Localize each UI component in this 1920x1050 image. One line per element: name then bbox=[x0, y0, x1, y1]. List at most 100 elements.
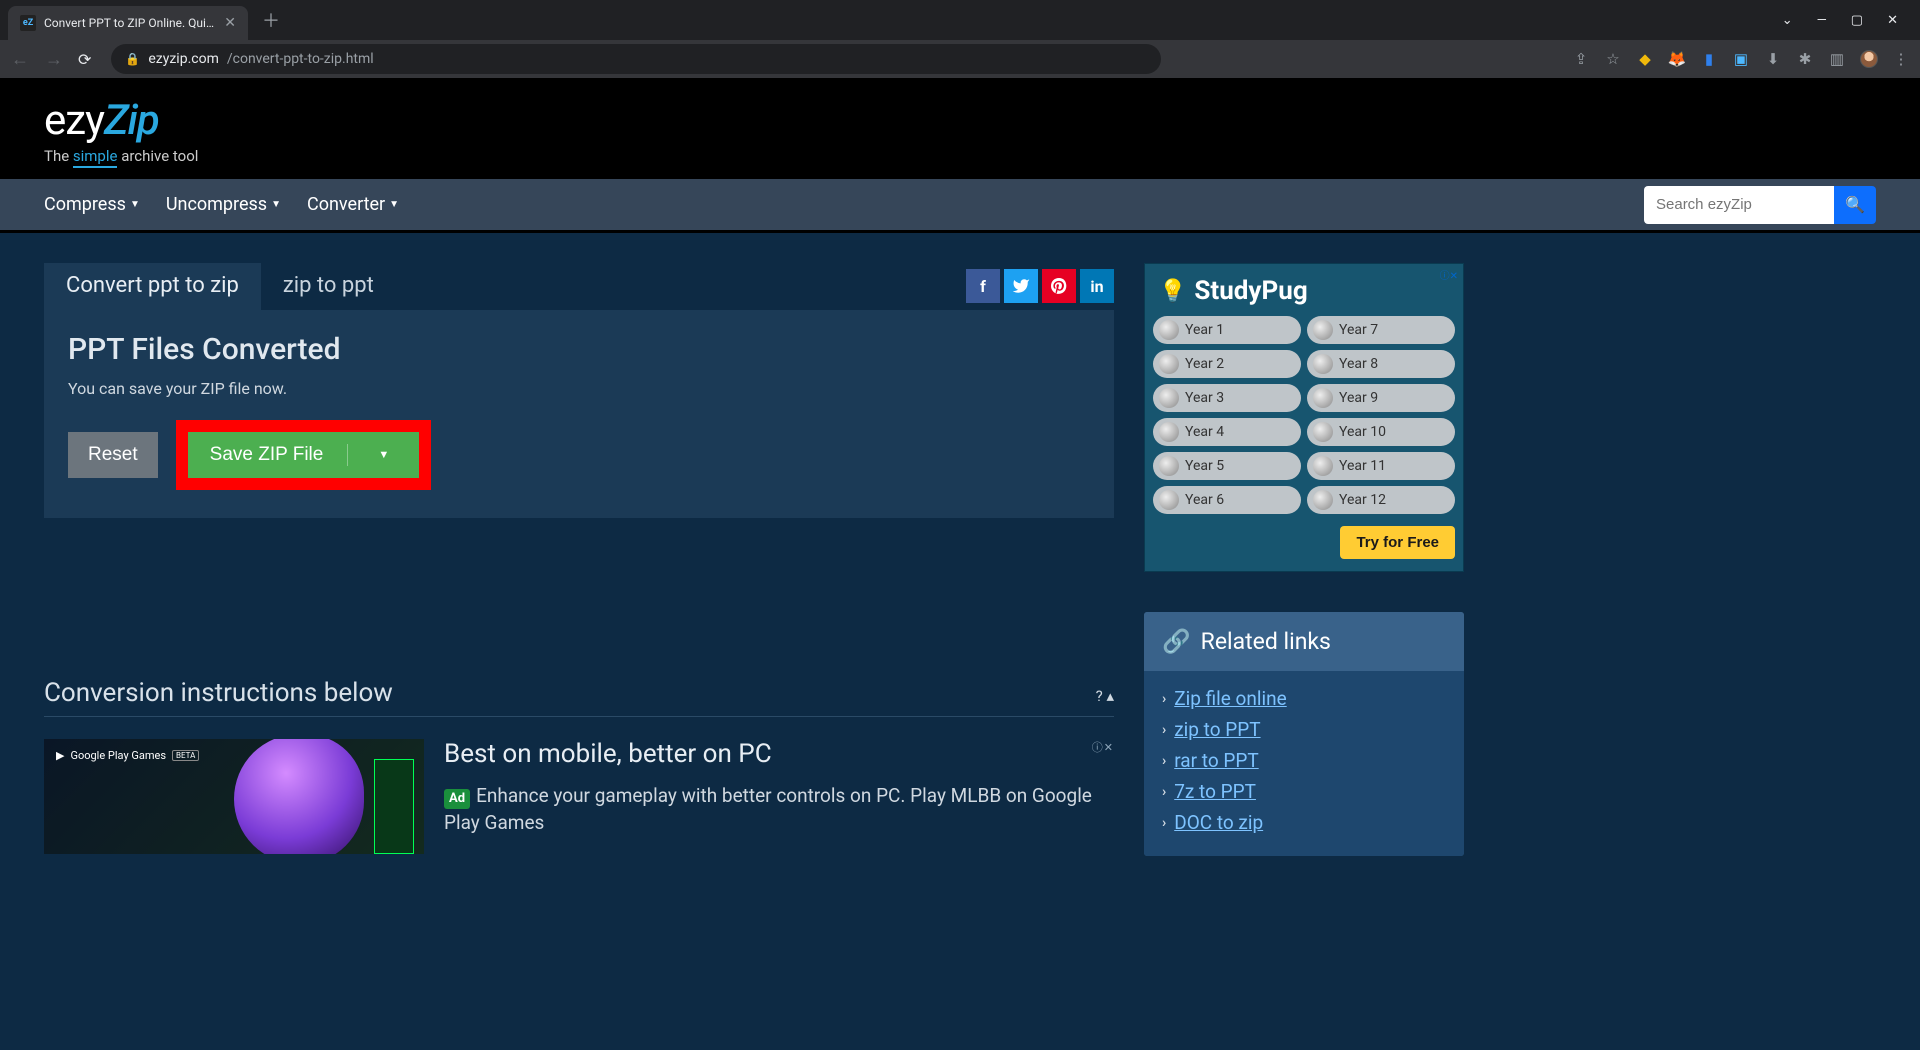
panel-heading: PPT Files Converted bbox=[68, 332, 1090, 367]
year-pill[interactable]: Year 4 bbox=[1153, 418, 1301, 446]
reload-button[interactable]: ⟳ bbox=[78, 50, 91, 69]
globe-icon bbox=[1159, 490, 1179, 510]
extensions-puzzle-icon[interactable]: ✱ bbox=[1796, 50, 1814, 68]
search-button[interactable]: 🔍 bbox=[1834, 186, 1876, 224]
new-tab-button[interactable]: ＋ bbox=[262, 7, 280, 33]
ad-headline[interactable]: Best on mobile, better on PC bbox=[444, 739, 1114, 769]
sidebar-ad-wrap: ⓘ✕ 💡 StudyPug Year 1 Year 7 Year 2 Year … bbox=[1144, 263, 1464, 572]
year-pill[interactable]: Year 11 bbox=[1307, 452, 1455, 480]
social-share: f in bbox=[966, 269, 1114, 303]
minimize-icon[interactable]: ― bbox=[1817, 13, 1827, 28]
omnibox[interactable]: 🔒 ezyzip.com/convert-ppt-to-zip.html bbox=[111, 44, 1161, 74]
nav-compress[interactable]: Compress▼ bbox=[44, 194, 140, 215]
reset-button[interactable]: Reset bbox=[68, 432, 158, 478]
star-icon[interactable]: ☆ bbox=[1604, 50, 1622, 68]
year-pill[interactable]: Year 3 bbox=[1153, 384, 1301, 412]
tab-ppt-to-zip[interactable]: Convert ppt to zip bbox=[44, 263, 261, 310]
site-header: ezyZip The simple archive tool bbox=[0, 78, 1920, 179]
caret-down-icon: ▼ bbox=[378, 449, 389, 461]
tagline-pre: The bbox=[44, 147, 73, 165]
ad-art bbox=[234, 739, 364, 854]
year-pill[interactable]: Year 7 bbox=[1307, 316, 1455, 344]
tab-close-icon[interactable]: ✕ bbox=[224, 15, 236, 31]
conversion-panel: PPT Files Converted You can save your ZI… bbox=[44, 310, 1114, 518]
related-link-item[interactable]: ›7z to PPT bbox=[1162, 776, 1446, 807]
ad-close-icon[interactable]: ⓘ✕ bbox=[1440, 267, 1458, 282]
instructions-toggle[interactable]: ? ▴ bbox=[1096, 687, 1114, 705]
download-icon[interactable]: ⬇ bbox=[1764, 50, 1782, 68]
ad-text-block: ⓘ✕ Best on mobile, better on PC AdEnhanc… bbox=[444, 739, 1114, 854]
related-heading-text: Related links bbox=[1201, 628, 1331, 655]
share-icon[interactable]: ⇪ bbox=[1572, 50, 1590, 68]
window-controls: ⌄ ― ▢ ✕ bbox=[1782, 13, 1912, 28]
tagline: The simple archive tool bbox=[44, 147, 1876, 165]
main-column: Convert ppt to zip zip to ppt f in PPT F… bbox=[44, 263, 1114, 856]
tagline-post: archive tool bbox=[117, 147, 198, 165]
logo-part-ezy: ezy bbox=[44, 96, 104, 145]
pinterest-share-button[interactable] bbox=[1042, 269, 1076, 303]
extension-icon[interactable]: ◆ bbox=[1636, 50, 1654, 68]
browser-chrome: eZ Convert PPT to ZIP Online. Quick… ✕ ＋… bbox=[0, 0, 1920, 78]
related-link-item[interactable]: ›DOC to zip bbox=[1162, 807, 1446, 838]
ad-beta-badge: BETA bbox=[172, 750, 199, 761]
related-link[interactable]: DOC to zip bbox=[1174, 811, 1263, 834]
profile-avatar[interactable] bbox=[1860, 50, 1878, 68]
year-pill[interactable]: Year 2 bbox=[1153, 350, 1301, 378]
facebook-share-button[interactable]: f bbox=[966, 269, 1000, 303]
related-link-item[interactable]: ›rar to PPT bbox=[1162, 745, 1446, 776]
logo-part-zip: Zip bbox=[104, 96, 159, 145]
related-link[interactable]: rar to PPT bbox=[1174, 749, 1258, 772]
tab-zip-to-ppt[interactable]: zip to ppt bbox=[261, 263, 396, 310]
metamask-icon[interactable]: 🦊 bbox=[1668, 50, 1686, 68]
linkedin-share-button[interactable]: in bbox=[1080, 269, 1114, 303]
related-link[interactable]: zip to PPT bbox=[1174, 718, 1260, 741]
search-input[interactable] bbox=[1644, 186, 1834, 224]
inline-ad: ▶ Google Play Games BETA ⓘ✕ Best on mobi… bbox=[44, 739, 1114, 854]
year-pill[interactable]: Year 5 bbox=[1153, 452, 1301, 480]
related-link[interactable]: Zip file online bbox=[1174, 687, 1286, 710]
extension-icon[interactable]: ▣ bbox=[1732, 50, 1750, 68]
year-pill[interactable]: Year 1 bbox=[1153, 316, 1301, 344]
related-link[interactable]: 7z to PPT bbox=[1174, 780, 1256, 803]
save-button-label: Save ZIP File bbox=[210, 444, 349, 466]
forward-button[interactable]: → bbox=[44, 49, 64, 70]
chevron-down-icon[interactable]: ⌄ bbox=[1782, 13, 1793, 28]
ad-thumb-label: ▶ Google Play Games BETA bbox=[56, 749, 199, 762]
extension-icon[interactable]: ▮ bbox=[1700, 50, 1718, 68]
nav-uncompress[interactable]: Uncompress▼ bbox=[166, 194, 281, 215]
kebab-menu-icon[interactable]: ⋮ bbox=[1892, 50, 1910, 68]
chevron-right-icon: › bbox=[1162, 691, 1166, 707]
ad-info-close[interactable]: ⓘ✕ bbox=[1092, 739, 1114, 755]
try-for-free-button[interactable]: Try for Free bbox=[1340, 526, 1455, 559]
search-icon: 🔍 bbox=[1845, 197, 1865, 214]
globe-icon bbox=[1313, 490, 1333, 510]
maximize-icon[interactable]: ▢ bbox=[1851, 13, 1863, 28]
caret-down-icon: ▼ bbox=[130, 199, 140, 210]
related-heading: 🔗 Related links bbox=[1144, 612, 1464, 671]
back-button[interactable]: ← bbox=[10, 49, 30, 70]
close-window-icon[interactable]: ✕ bbox=[1887, 13, 1898, 28]
sidebar-ad[interactable]: 💡 StudyPug Year 1 Year 7 Year 2 Year 8 Y… bbox=[1144, 263, 1464, 572]
twitter-share-button[interactable] bbox=[1004, 269, 1038, 303]
pill-label: Year 10 bbox=[1339, 424, 1386, 440]
pill-label: Year 3 bbox=[1185, 390, 1224, 406]
related-link-item[interactable]: › zip to PPT bbox=[1162, 714, 1446, 745]
year-pill[interactable]: Year 6 bbox=[1153, 486, 1301, 514]
year-pill[interactable]: Year 12 bbox=[1307, 486, 1455, 514]
nav-converter[interactable]: Converter▼ bbox=[307, 194, 399, 215]
related-list: › Zip file online › zip to PPT ›rar to PPT… bbox=[1144, 671, 1464, 856]
site-logo[interactable]: ezyZip bbox=[44, 96, 1876, 145]
related-link-item[interactable]: › Zip file online bbox=[1162, 683, 1446, 714]
year-pill[interactable]: Year 9 bbox=[1307, 384, 1455, 412]
save-zip-button[interactable]: Save ZIP File ▼ bbox=[188, 432, 420, 478]
tab-favicon: eZ bbox=[20, 15, 36, 31]
browser-tab[interactable]: eZ Convert PPT to ZIP Online. Quick… ✕ bbox=[8, 6, 248, 40]
year-pill[interactable]: Year 10 bbox=[1307, 418, 1455, 446]
globe-icon bbox=[1159, 388, 1179, 408]
pill-label: Year 1 bbox=[1185, 322, 1224, 338]
related-links-card: 🔗 Related links › Zip file online › zip to… bbox=[1144, 612, 1464, 856]
side-panel-icon[interactable]: ▥ bbox=[1828, 50, 1846, 68]
chevron-right-icon: › bbox=[1162, 722, 1166, 738]
ad-thumbnail[interactable]: ▶ Google Play Games BETA bbox=[44, 739, 424, 854]
year-pill[interactable]: Year 8 bbox=[1307, 350, 1455, 378]
